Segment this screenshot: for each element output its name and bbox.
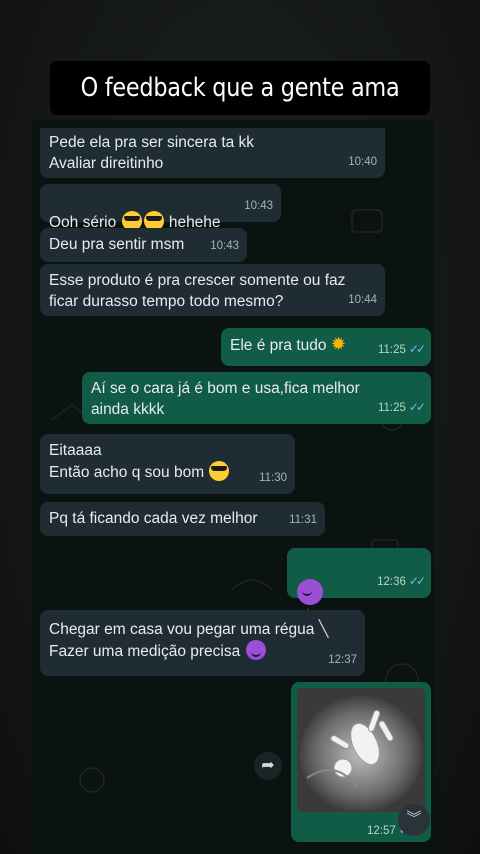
message-text: Chegar em casa vou pegar uma régua ╲ Faz… — [49, 619, 356, 662]
message-text: Esse produto é pra crescer somente ou fa… — [49, 272, 346, 310]
burst-emoji-icon: ✹ — [330, 334, 346, 354]
incoming-message[interactable]: Chegar em casa vou pegar uma régua ╲ Faz… — [40, 610, 365, 676]
message-text: Ooh sério hehehe — [49, 190, 272, 233]
incoming-message[interactable]: Deu pra sentir msm 10:43 — [40, 228, 247, 262]
message-time-value: 11:25 — [377, 344, 406, 356]
message-time: 10:44 — [348, 294, 377, 306]
forward-icon[interactable]: ➦ — [254, 752, 282, 780]
incoming-message[interactable]: Pq tá ficando cada vez melhor 11:31 — [40, 502, 325, 536]
message-time: 11:25 ✓✓ — [377, 397, 426, 419]
message-text-part: Eitaaaa — [49, 442, 102, 459]
outgoing-message[interactable]: Aí se o cara já é bom e usa,fica melhor … — [82, 372, 431, 424]
message-text: Pq tá ficando cada vez melhor — [49, 510, 258, 527]
message-time: 10:43 — [244, 200, 273, 212]
message-text-part: Fazer uma medição precisa — [49, 643, 245, 660]
image-thumbnail[interactable] — [297, 688, 425, 812]
read-receipt-icon: ✓✓ — [408, 342, 426, 356]
incoming-message[interactable]: Pede ela pra ser sincera ta kk Avaliar d… — [40, 128, 385, 178]
message-time-value: 11:25 — [377, 402, 406, 414]
message-time-value: 12:36 — [377, 576, 406, 588]
story-caption-banner: O feedback que a gente ama receber : — [49, 61, 431, 157]
message-text: Pede ela pra ser sincera ta kk Avaliar d… — [49, 134, 255, 172]
read-receipt-icon: ✓✓ — [408, 574, 426, 588]
message-text-part: Então acho q sou bom — [49, 464, 209, 481]
message-time: 12:37 — [328, 654, 357, 666]
video-still-image — [297, 688, 425, 812]
message-text: Eitaaaa Então acho q sou bom — [49, 440, 286, 483]
message-text: Aí se o cara já é bom e usa,fica melhor … — [91, 380, 360, 418]
cool-emoji-icon — [209, 461, 230, 481]
message-time: 10:43 — [210, 240, 239, 252]
message-time: 11:31 — [289, 514, 317, 526]
incoming-message[interactable]: Esse produto é pra crescer somente ou fa… — [40, 264, 385, 316]
message-time: 11:30 — [259, 472, 287, 484]
incoming-message[interactable]: Eitaaaa Então acho q sou bom 11:30 — [40, 434, 295, 494]
outgoing-message[interactable]: Ele é pra tudo ✹ 11:25 ✓✓ — [221, 328, 431, 366]
message-time: 11:25 ✓✓ — [377, 339, 426, 361]
ruler-emoji-icon: ╲ — [318, 621, 329, 638]
message-text-part: Ele é pra tudo — [230, 337, 331, 354]
smiling-devil-emoji-icon — [245, 640, 266, 660]
message-time-value: 12:57 — [367, 825, 396, 837]
read-receipt-icon: ✓✓ — [408, 400, 426, 414]
outgoing-message[interactable]: 12:36 ✓✓ — [287, 548, 431, 632]
message-text-part: Chegar em casa vou pegar uma régua — [49, 621, 319, 638]
smiling-devil-emoji-icon — [297, 579, 323, 605]
incoming-message[interactable]: Ooh sério hehehe 10:43 — [40, 184, 281, 231]
message-time: 12:36 ✓✓ — [377, 571, 426, 593]
message-time: 10:40 — [348, 156, 377, 168]
double-chevron-down-icon[interactable]: ︾ — [398, 804, 430, 836]
